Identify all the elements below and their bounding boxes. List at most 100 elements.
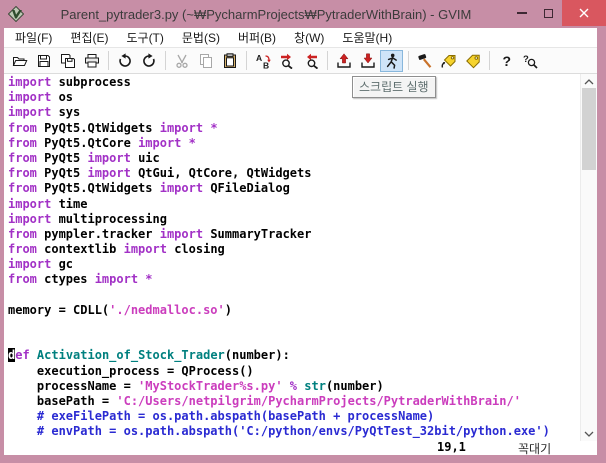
- find-help-button[interactable]: ?: [518, 50, 541, 72]
- save-session-button[interactable]: [356, 50, 379, 72]
- code-line: import multiprocessing: [8, 211, 167, 226]
- title-bar: Parent_pytrader3.py (~₩PycharmProjects₩P…: [0, 0, 606, 28]
- menu-item-file[interactable]: 파일(F): [6, 28, 61, 48]
- print-button[interactable]: [80, 50, 103, 72]
- menu-item-edit[interactable]: 편집(E): [61, 28, 117, 48]
- find-prev-icon: [303, 53, 319, 69]
- toolbar-separator: [408, 51, 409, 70]
- code-line: import subprocess: [8, 75, 131, 89]
- svg-text:B: B: [263, 60, 269, 69]
- replace-button[interactable]: AB: [251, 50, 274, 72]
- find-prev-button[interactable]: [299, 50, 322, 72]
- code-line: from contextlib import closing: [8, 242, 225, 257]
- replace-icon: AB: [255, 53, 271, 69]
- undo-button[interactable]: [113, 50, 136, 72]
- code-line: from PyQt5.QtWidgets import QFileDialog: [8, 181, 290, 196]
- code-line: import os: [8, 90, 74, 105]
- toolbar-separator: [165, 51, 166, 70]
- vertical-scrollbar[interactable]: [580, 74, 597, 441]
- menu-item-syntax[interactable]: 문법(S): [173, 28, 229, 48]
- cut-button[interactable]: [170, 50, 193, 72]
- menu-bar: 파일(F) 편집(E) 도구(T) 문법(S) 버퍼(B) 창(W) 도움말(H): [4, 28, 597, 48]
- redo-button[interactable]: [137, 50, 160, 72]
- help-icon: ?: [498, 53, 514, 69]
- open-icon: [12, 53, 28, 69]
- chevron-up-icon: [584, 78, 594, 84]
- code-line: import sys: [8, 105, 81, 120]
- find-next-button[interactable]: [275, 50, 298, 72]
- status-ruler: 19,1 꼭대기: [4, 440, 597, 456]
- editor-area: import subprocess import os import sys from…: [4, 74, 597, 441]
- redo-icon: [141, 52, 157, 69]
- vim-app-icon: [7, 5, 25, 23]
- window-title: Parent_pytrader3.py (~₩PycharmProjects₩P…: [60, 6, 472, 22]
- make-icon: [417, 53, 433, 69]
- code-line: processName = 'MyStockTrader%s.py' % str…: [8, 378, 384, 393]
- run-script-button[interactable]: [380, 49, 403, 72]
- scroll-position-label: 꼭대기: [518, 442, 552, 456]
- toolbar: A B??: [4, 48, 597, 74]
- toolbar-separator: [489, 51, 490, 70]
- code-line: from ctypes import *: [8, 272, 153, 287]
- gvim-window: Parent_pytrader3.py (~₩PycharmProjects₩P…: [0, 0, 606, 463]
- tag-jump-icon: [465, 53, 481, 69]
- save-icon: [36, 53, 52, 69]
- code-line: from PyQt5.QtCore import *: [8, 135, 196, 150]
- code-line: # envPath = os.path.abspath('C:/python/e…: [8, 424, 550, 439]
- find-next-icon: [279, 53, 295, 69]
- close-button[interactable]: [562, 0, 606, 26]
- code-line: from PyQt5 import uic: [8, 150, 160, 165]
- client-area: 파일(F) 편집(E) 도구(T) 문법(S) 버퍼(B) 창(W) 도움말(H) A B??…: [4, 28, 597, 456]
- toolbar-separator: [246, 51, 247, 70]
- menu-item-buffers[interactable]: 버퍼(B): [229, 28, 285, 48]
- code-line: def Activation_of_Stock_Trader(number):: [8, 348, 290, 363]
- menu-item-tools[interactable]: 도구(T): [117, 28, 172, 48]
- open-button[interactable]: [8, 50, 31, 72]
- menu-item-help[interactable]: 도움말(H): [333, 28, 401, 48]
- scrollbar-down-arrow[interactable]: [581, 427, 597, 440]
- tag-jump-button[interactable]: [461, 50, 484, 72]
- copy-button[interactable]: [194, 50, 217, 72]
- chevron-down-icon: [584, 431, 594, 437]
- code-line: memory = CDLL('./nedmalloc.so'): [8, 302, 232, 317]
- cut-icon: [174, 53, 190, 69]
- code-line: from PyQt5.QtWidgets import *: [8, 120, 218, 135]
- code-line: execution_process = QProcess(): [8, 363, 254, 378]
- save-all-icon: [60, 53, 76, 69]
- svg-text:A: A: [256, 53, 262, 63]
- minimize-button[interactable]: [508, 0, 535, 26]
- load-session-button[interactable]: [332, 50, 355, 72]
- scrollbar-up-arrow[interactable]: [581, 75, 597, 88]
- save-all-button[interactable]: [56, 50, 79, 72]
- maximize-button[interactable]: [535, 0, 562, 26]
- close-icon: [579, 8, 589, 18]
- run-script-tooltip: 스크립트 실행: [352, 76, 436, 98]
- code-line: # exeFilePath = os.path.abspath(basePath…: [8, 409, 435, 424]
- copy-icon: [198, 53, 214, 69]
- cursor-position: 19,1: [437, 440, 466, 454]
- help-button[interactable]: ?: [494, 50, 517, 72]
- svg-text:?: ?: [502, 53, 511, 69]
- code-area[interactable]: import subprocess import os import sys from…: [4, 74, 580, 441]
- minimize-icon: [516, 12, 527, 14]
- make-button[interactable]: [413, 50, 436, 72]
- paste-icon: [222, 52, 238, 69]
- scrollbar-thumb[interactable]: [582, 88, 596, 170]
- save-session-icon: [360, 53, 376, 69]
- code-line: from PyQt5 import QtGui, QtCore, QtWidge…: [8, 166, 312, 181]
- run-ctags-button[interactable]: [437, 50, 460, 72]
- print-icon: [84, 53, 100, 69]
- toolbar-separator: [108, 51, 109, 70]
- paste-button[interactable]: [218, 50, 241, 72]
- menu-item-window[interactable]: 창(W): [285, 28, 333, 48]
- find-help-icon: ?: [522, 53, 538, 69]
- save-button[interactable]: [32, 50, 55, 72]
- window-controls: [508, 0, 606, 28]
- code-line: basePath = 'C:/Users/netpilgrim/PycharmP…: [8, 393, 521, 408]
- run-ctags-icon: [441, 53, 457, 69]
- load-session-icon: [336, 52, 352, 69]
- undo-icon: [117, 52, 133, 69]
